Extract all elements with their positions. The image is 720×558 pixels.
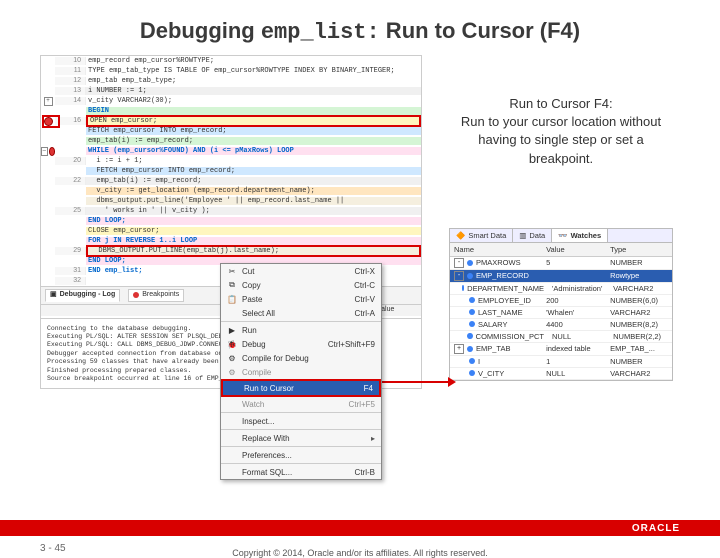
slide-title: Debugging emp_list: Run to Cursor (F4) xyxy=(10,18,710,45)
variable-icon xyxy=(467,273,473,279)
code-line[interactable]: 16OPEN emp_cursor; xyxy=(41,116,421,126)
menu-item-select-all[interactable]: Select AllCtrl-A xyxy=(221,306,381,320)
watches-header: Name Value Type xyxy=(450,243,672,257)
variable-icon xyxy=(469,309,475,315)
menu-item-compile-for-debug[interactable]: ⚙Compile for Debug xyxy=(221,351,381,365)
variable-icon xyxy=(469,358,475,364)
format-sql--icon xyxy=(227,467,237,477)
watch-row[interactable]: DEPARTMENT_NAME'Administration'VARCHAR2 xyxy=(450,283,672,295)
menu-item-cut[interactable]: ✂CutCtrl-X xyxy=(221,264,381,278)
menu-item-run[interactable]: ▶Run xyxy=(221,323,381,337)
variable-icon xyxy=(469,321,475,327)
run-icon: ▶ xyxy=(227,325,237,335)
code-line[interactable]: +14v_city VARCHAR2(30); xyxy=(41,96,421,106)
tab-data[interactable]: ▥Data xyxy=(513,229,552,242)
code-line[interactable]: emp_tab(i) := emp_record; xyxy=(41,136,421,146)
tab-breakpoints[interactable]: Breakpoints xyxy=(128,289,184,302)
menu-item-watch[interactable]: WatchCtrl+F5 xyxy=(221,397,381,411)
explanation-text: Run to Cursor F4: Run to your cursor loc… xyxy=(451,95,671,168)
select-all-icon xyxy=(227,308,237,318)
variable-icon xyxy=(467,333,472,339)
watch-row[interactable]: COMMISSION_PCTNULLNUMBER(2,2) xyxy=(450,331,672,343)
watch-icon xyxy=(227,399,237,409)
variable-icon xyxy=(462,285,464,291)
code-line[interactable]: 13i NUMBER := 1; xyxy=(41,86,421,96)
run-to-cursor-icon xyxy=(229,383,239,393)
variable-icon xyxy=(469,370,475,376)
code-line[interactable]: 22 emp_tab(i) := emp_record; xyxy=(41,176,421,186)
copyright-text: Copyright © 2014, Oracle and/or its affi… xyxy=(0,548,720,558)
context-menu[interactable]: ✂CutCtrl-X⧉CopyCtrl-C📋PasteCtrl-VSelect … xyxy=(220,263,382,480)
expander-icon[interactable]: + xyxy=(454,344,464,354)
compile-for-debug-icon: ⚙ xyxy=(227,353,237,363)
menu-item-replace-with[interactable]: Replace With▸ xyxy=(221,431,381,445)
menu-item-paste[interactable]: 📋PasteCtrl-V xyxy=(221,292,381,306)
paste-icon: 📋 xyxy=(227,294,237,304)
tab-smart-data[interactable]: 🔶Smart Data xyxy=(450,229,513,242)
preferences--icon xyxy=(227,450,237,460)
watch-row[interactable]: LAST_NAME'Whalen'VARCHAR2 xyxy=(450,307,672,319)
variable-icon xyxy=(467,346,473,352)
replace-with-icon xyxy=(227,433,237,443)
code-line[interactable]: 20 i := i + 1; xyxy=(41,156,421,166)
footer-bar xyxy=(0,520,720,536)
menu-item-copy[interactable]: ⧉CopyCtrl-C xyxy=(221,278,381,292)
tab-debug-log[interactable]: ▣ Debugging - Log xyxy=(45,289,120,302)
variable-icon xyxy=(469,297,475,303)
watch-row[interactable]: -PMAXROWS5NUMBER xyxy=(450,257,672,270)
watch-row[interactable]: +EMP_TABindexed tableEMP_TAB_... xyxy=(450,343,672,356)
tab-watches[interactable]: 👓Watches xyxy=(552,229,608,242)
cut-icon: ✂ xyxy=(227,266,237,276)
code-line[interactable]: v_city := get_location (emp_record.depar… xyxy=(41,186,421,196)
menu-item-preferences[interactable]: Preferences... xyxy=(221,448,381,462)
watches-panel: 🔶Smart Data ▥Data 👓Watches Name Value Ty… xyxy=(449,228,673,381)
watch-row[interactable]: EMPLOYEE_ID200NUMBER(6,0) xyxy=(450,295,672,307)
variable-icon xyxy=(467,260,473,266)
copy-icon: ⧉ xyxy=(227,280,237,290)
expander-icon[interactable]: - xyxy=(454,258,464,268)
menu-item-run-to-cursor[interactable]: Run to CursorF4 xyxy=(221,379,381,397)
breakpoint-icon xyxy=(133,292,139,298)
watch-row[interactable]: I1NUMBER xyxy=(450,356,672,368)
log-icon: ▣ xyxy=(50,291,57,300)
code-line[interactable]: dbms_output.put_line('Employee ' || emp_… xyxy=(41,196,421,206)
oracle-logo: ORACLE xyxy=(616,520,696,536)
debug-icon: 🐞 xyxy=(227,339,237,349)
watch-row[interactable]: SALARY4400NUMBER(8,2) xyxy=(450,319,672,331)
expander-icon[interactable]: - xyxy=(454,271,464,281)
code-line[interactable]: CLOSE emp_cursor; xyxy=(41,226,421,236)
code-line[interactable]: 25 ' works in ' || v_city ); xyxy=(41,206,421,216)
code-line[interactable]: 29 DBMS_OUTPUT.PUT_LINE(emp_tab(j).last_… xyxy=(41,246,421,256)
menu-item-format-sql[interactable]: Format SQL...Ctrl-B xyxy=(221,465,381,479)
watch-row[interactable]: -EMP_RECORDRowtype xyxy=(450,270,672,283)
inspect--icon xyxy=(227,416,237,426)
compile-icon: ⚙ xyxy=(227,367,237,377)
callout-arrow xyxy=(382,381,450,383)
watch-row[interactable]: V_CITYNULLVARCHAR2 xyxy=(450,368,672,380)
menu-item-debug[interactable]: 🐞DebugCtrl+Shift+F9 xyxy=(221,337,381,351)
code-line[interactable]: FETCH emp_cursor INTO emp_record; xyxy=(41,166,421,176)
code-line[interactable]: FETCH emp_cursor INTO emp_record; xyxy=(41,126,421,136)
menu-item-inspect[interactable]: Inspect... xyxy=(221,414,381,428)
menu-item-compile[interactable]: ⚙Compile xyxy=(221,365,381,379)
code-line[interactable]: END LOOP; xyxy=(41,216,421,226)
code-line[interactable]: 12emp_tab emp_tab_type; xyxy=(41,76,421,86)
code-line[interactable]: 11TYPE emp_tab_type IS TABLE OF emp_curs… xyxy=(41,66,421,76)
code-line[interactable]: –WHILE (emp_cursor%FOUND) AND (i <= pMax… xyxy=(41,146,421,156)
code-line[interactable]: 10emp_record emp_cursor%ROWTYPE; xyxy=(41,56,421,66)
